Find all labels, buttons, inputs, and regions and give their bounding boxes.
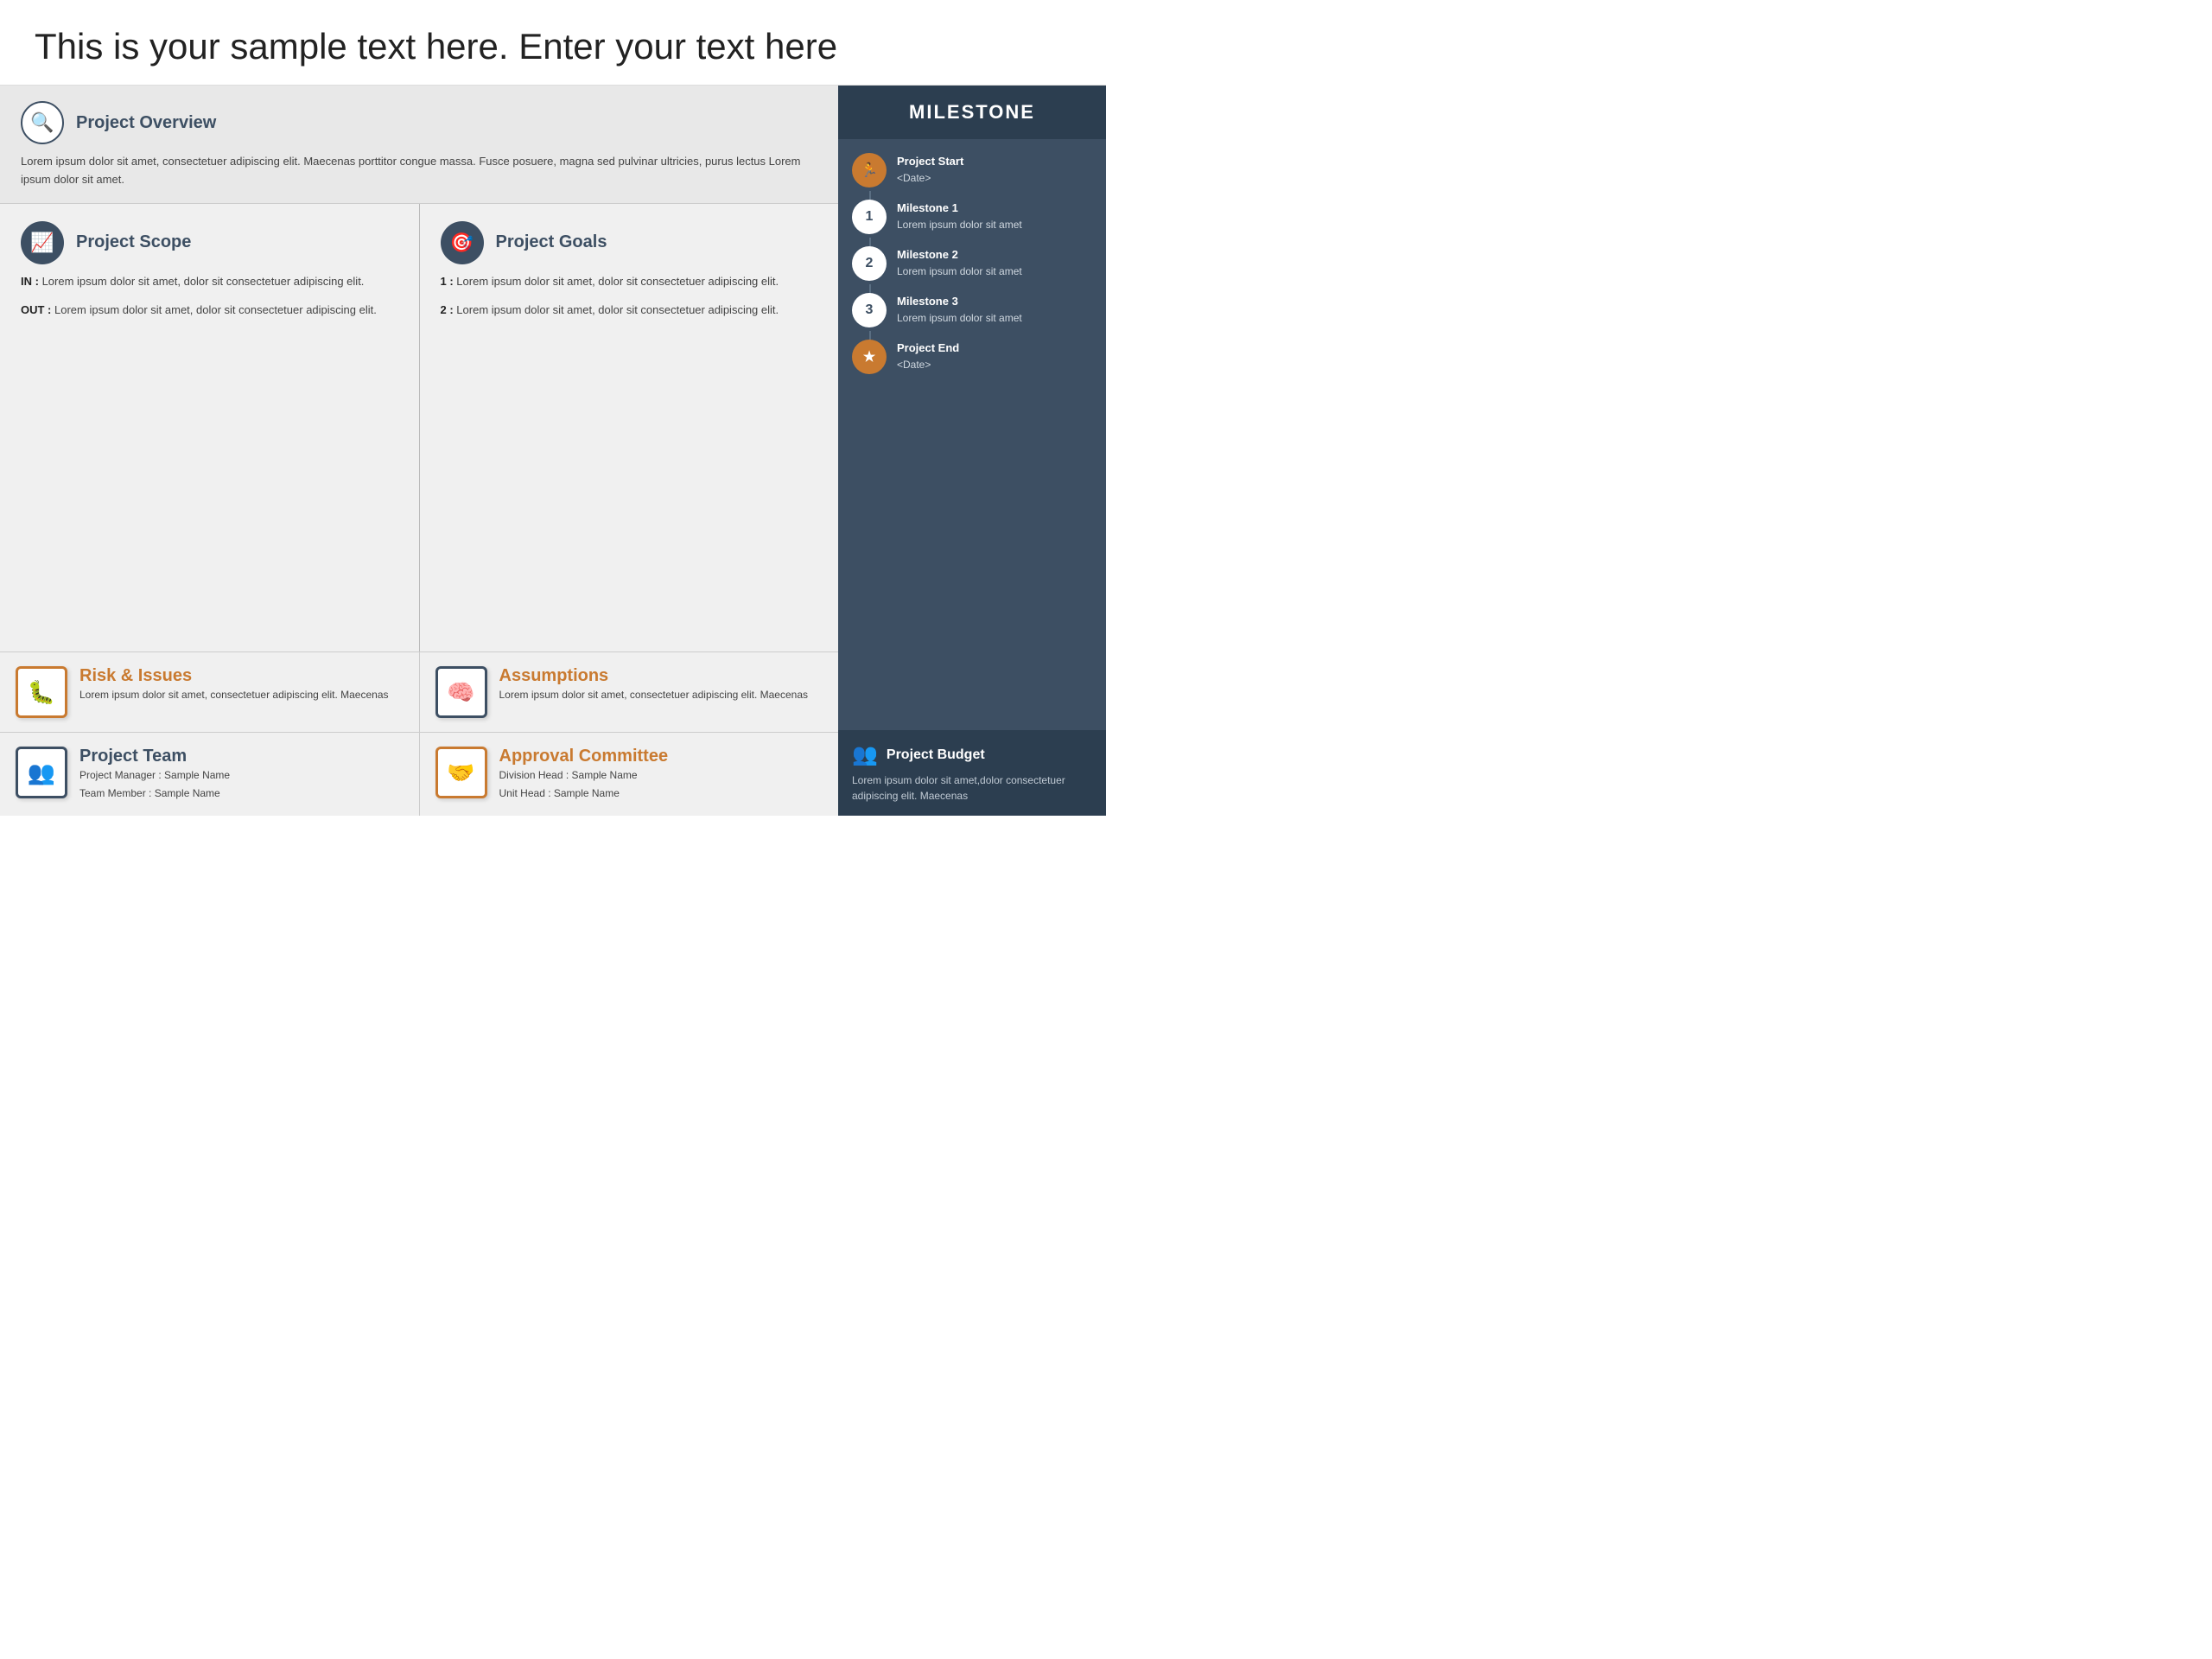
assumptions-icon: 🧠 xyxy=(435,666,487,718)
project-overview-section: 🔍 Project Overview Lorem ipsum dolor sit… xyxy=(0,86,838,204)
right-panel: MILESTONE 🏃 Project Start <Date> 1 Miles… xyxy=(838,86,1106,816)
milestone-end: ★ Project End <Date> xyxy=(852,340,1092,374)
approval-icon: 🤝 xyxy=(435,747,487,798)
budget-title: Project Budget xyxy=(887,747,985,763)
scope-out: OUT : Lorem ipsum dolor sit amet, dolor … xyxy=(21,302,398,319)
team-manager: Project Manager : Sample Name Team Membe… xyxy=(79,766,230,802)
overview-icon: 🔍 xyxy=(21,101,64,144)
milestone-title: MILESTONE xyxy=(855,101,1089,124)
scope-column: 📈 Project Scope IN : Lorem ipsum dolor s… xyxy=(0,204,420,652)
scope-goals-section: 📈 Project Scope IN : Lorem ipsum dolor s… xyxy=(0,204,838,653)
budget-section: 👥 Project Budget Lorem ipsum dolor sit a… xyxy=(838,730,1106,816)
milestone-end-text: Project End <Date> xyxy=(897,340,959,372)
assumptions-section: 🧠 Assumptions Lorem ipsum dolor sit amet… xyxy=(420,652,839,732)
risk-icon: 🐛 xyxy=(16,666,67,718)
milestone-2: 2 Milestone 2 Lorem ipsum dolor sit amet xyxy=(852,246,1092,293)
assumptions-text: Lorem ipsum dolor sit amet, consectetuer… xyxy=(499,686,809,703)
milestone-end-badge: ★ xyxy=(852,340,887,374)
milestone-start-badge: 🏃 xyxy=(852,153,887,188)
team-section: 👥 Project Team Project Manager : Sample … xyxy=(0,733,420,816)
left-panel: 🔍 Project Overview Lorem ipsum dolor sit… xyxy=(0,86,838,816)
team-approval-section: 👥 Project Team Project Manager : Sample … xyxy=(0,733,838,816)
milestone-start: 🏃 Project Start <Date> xyxy=(852,153,1092,200)
overview-title: Project Overview xyxy=(76,113,216,133)
risk-title: Risk & Issues xyxy=(79,666,389,686)
milestone-list: 🏃 Project Start <Date> 1 Milestone 1 Lor… xyxy=(838,139,1106,730)
milestone-start-text: Project Start <Date> xyxy=(897,153,963,186)
goals-item1: 1 : Lorem ipsum dolor sit amet, dolor si… xyxy=(441,273,818,290)
scope-icon: 📈 xyxy=(21,221,64,264)
scope-in: IN : Lorem ipsum dolor sit amet, dolor s… xyxy=(21,273,398,290)
milestone-1-badge: 1 xyxy=(852,200,887,234)
milestone-1-text: Milestone 1 Lorem ipsum dolor sit amet xyxy=(897,200,1022,232)
risk-text: Lorem ipsum dolor sit amet, consectetuer… xyxy=(79,686,389,703)
goals-icon: 🎯 xyxy=(441,221,484,264)
goals-item2: 2 : Lorem ipsum dolor sit amet, dolor si… xyxy=(441,302,818,319)
goals-title: Project Goals xyxy=(496,232,607,252)
team-icon: 👥 xyxy=(16,747,67,798)
milestone-3: 3 Milestone 3 Lorem ipsum dolor sit amet xyxy=(852,293,1092,340)
assumptions-title: Assumptions xyxy=(499,666,809,686)
milestone-1: 1 Milestone 1 Lorem ipsum dolor sit amet xyxy=(852,200,1092,246)
milestone-2-text: Milestone 2 Lorem ipsum dolor sit amet xyxy=(897,246,1022,279)
budget-text: Lorem ipsum dolor sit amet,dolor consect… xyxy=(852,772,1092,804)
approval-title: Approval Committee xyxy=(499,747,669,766)
approval-text: Division Head : Sample Name Unit Head : … xyxy=(499,766,669,802)
risk-section: 🐛 Risk & Issues Lorem ipsum dolor sit am… xyxy=(0,652,420,732)
milestone-2-badge: 2 xyxy=(852,246,887,281)
risk-assumptions-section: 🐛 Risk & Issues Lorem ipsum dolor sit am… xyxy=(0,652,838,733)
milestone-3-badge: 3 xyxy=(852,293,887,327)
page-title: This is your sample text here. Enter you… xyxy=(0,0,1106,86)
team-title: Project Team xyxy=(79,747,230,766)
scope-title: Project Scope xyxy=(76,232,191,252)
goals-column: 🎯 Project Goals 1 : Lorem ipsum dolor si… xyxy=(420,204,839,652)
overview-text: Lorem ipsum dolor sit amet, consectetuer… xyxy=(21,153,817,189)
approval-section: 🤝 Approval Committee Division Head : Sam… xyxy=(420,733,839,816)
budget-icon: 👥 xyxy=(852,742,878,767)
milestone-header: MILESTONE xyxy=(838,86,1106,139)
milestone-3-text: Milestone 3 Lorem ipsum dolor sit amet xyxy=(897,293,1022,326)
